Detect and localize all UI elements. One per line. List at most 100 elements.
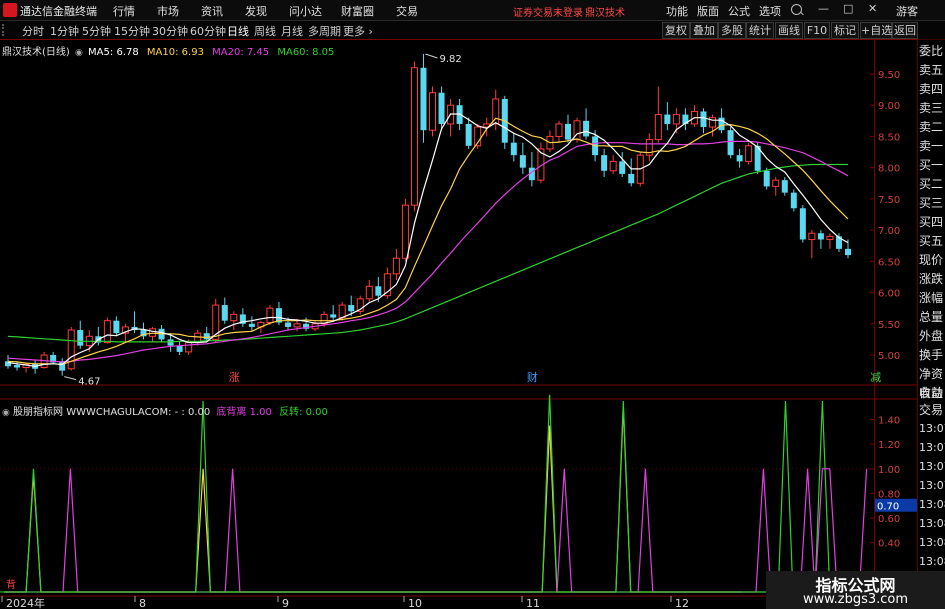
- back-button[interactable]: 返回: [892, 22, 918, 39]
- trade-time: 13:07: [919, 422, 945, 435]
- candle-body-down: [628, 173, 635, 184]
- low-price-label: 4.67: [78, 377, 100, 388]
- side-tab-8[interactable]: 买三: [919, 196, 943, 210]
- period-month[interactable]: 月线: [281, 23, 303, 39]
- statistics-button[interactable]: 统计: [746, 22, 774, 39]
- candle-body-down: [763, 170, 770, 187]
- side-tab-15[interactable]: 外盘: [919, 329, 943, 343]
- y-axis-label: 8.00: [878, 164, 900, 175]
- minimize-button[interactable]: —: [818, 2, 829, 15]
- menu-zixun[interactable]: 资讯: [201, 3, 223, 19]
- side-tab-trade-1[interactable]: 交易: [919, 403, 943, 417]
- menu-banmian[interactable]: 版面: [697, 3, 719, 19]
- maximize-button[interactable]: □: [843, 2, 853, 15]
- settings-icon[interactable]: ◉: [75, 48, 83, 58]
- menu-caifuquan[interactable]: 财富圈: [341, 3, 374, 19]
- candle-body-down: [727, 130, 734, 156]
- side-tab-1[interactable]: 卖五: [919, 63, 943, 77]
- side-tab-2[interactable]: 卖四: [919, 82, 943, 96]
- candle-body-up: [745, 145, 753, 162]
- period-60min[interactable]: 60分钟: [190, 23, 226, 39]
- period-week[interactable]: 周线: [254, 23, 276, 39]
- overlay-button[interactable]: 叠加: [690, 22, 718, 39]
- side-tab-11[interactable]: 现价: [919, 253, 943, 267]
- sub-line-2: [4, 468, 868, 593]
- side-tab-5[interactable]: 卖一: [919, 139, 943, 153]
- menu-wenxiaoda[interactable]: 问小达: [289, 3, 322, 19]
- ma5-label: MA5: 6.78: [88, 47, 139, 58]
- trade-time: 13:08: [919, 555, 945, 568]
- add-watchlist-button[interactable]: +自选: [860, 22, 892, 39]
- y-axis-label: 7.50: [878, 195, 900, 206]
- side-tab-4[interactable]: 卖二: [919, 120, 943, 134]
- period-30min[interactable]: 30分钟: [152, 23, 188, 39]
- period-15min[interactable]: 15分钟: [114, 23, 150, 39]
- menu-gongshi[interactable]: 公式: [728, 3, 750, 19]
- draw-line-button[interactable]: 画线: [775, 22, 803, 39]
- menu-gongneng[interactable]: 功能: [666, 3, 688, 19]
- candle-body-down: [799, 208, 806, 240]
- x-axis-label: 10: [408, 597, 422, 609]
- guest-label[interactable]: 游客: [896, 3, 918, 19]
- kline-chart[interactable]: 9.50 9.00 8.50 8.00 7.50 7.00 6.50 6.00 5.50 5.00…: [0, 39, 917, 609]
- main-chart-header: 鼎汉技术(日线) ◉ MA5: 6.78 MA10: 6.93 MA20: 7.…: [2, 43, 334, 58]
- f10-button[interactable]: F10: [804, 22, 830, 39]
- menu-faxian[interactable]: 发现: [245, 3, 267, 19]
- period-multi[interactable]: 多周期: [308, 23, 341, 39]
- candle-body-up: [401, 204, 409, 259]
- candle-body-down: [77, 330, 84, 346]
- trade-time: 13:08: [919, 517, 945, 530]
- side-tab-7[interactable]: 买二: [919, 177, 943, 191]
- candle-body-down: [845, 248, 851, 256]
- sub-indicator-title[interactable]: 股朋指标网 WWWCHAGULACOM: - : 0.00: [13, 407, 210, 418]
- watermark: 指标公式网 www.zbgs3.com: [766, 571, 945, 609]
- candle-layer: [5, 53, 851, 376]
- stock-title[interactable]: 鼎汉技术(日线): [2, 47, 70, 58]
- side-tab-13[interactable]: 涨幅: [919, 291, 943, 305]
- side-tab-12[interactable]: 涨跌: [919, 272, 943, 286]
- multi-stock-button[interactable]: 多股: [718, 22, 746, 39]
- mark-button[interactable]: 标记: [831, 22, 859, 39]
- side-tab-3[interactable]: 卖三: [919, 101, 943, 115]
- candle-body-down: [601, 155, 608, 171]
- trade-time: 13:07: [919, 460, 945, 473]
- app-logo: [3, 3, 17, 17]
- menu-shichang[interactable]: 市场: [157, 3, 179, 19]
- period-1min[interactable]: 1分钟: [50, 23, 79, 39]
- side-tab-17[interactable]: 净资: [919, 367, 943, 381]
- menu-jiaoyi[interactable]: 交易: [396, 3, 418, 19]
- period-more[interactable]: 更多 ›: [343, 23, 373, 39]
- sub-bottom-label: 背: [6, 578, 16, 591]
- toolbar-grip[interactable]: [2, 24, 8, 36]
- login-notice[interactable]: 证券交易未登录: [513, 4, 583, 19]
- side-tab-6[interactable]: 买一: [919, 158, 943, 172]
- side-tab-trade-0[interactable]: 自动: [919, 386, 943, 400]
- candle-body-up: [103, 320, 111, 344]
- side-tab-14[interactable]: 总量: [919, 310, 943, 324]
- period-day[interactable]: 日线: [227, 23, 249, 39]
- side-tab-10[interactable]: 买五: [919, 234, 943, 248]
- candle-body-up: [293, 323, 301, 328]
- candle-body-up: [654, 114, 662, 141]
- candle-body-up: [230, 313, 238, 322]
- menu-xuanxiang[interactable]: 选项: [759, 3, 781, 19]
- candle-body-down: [664, 114, 671, 124]
- close-button[interactable]: ✕: [868, 2, 877, 15]
- period-5min[interactable]: 5分钟: [82, 23, 111, 39]
- sub-settings-icon[interactable]: ◉: [2, 408, 10, 418]
- y-axis-label: 5.50: [878, 320, 900, 331]
- candle-body-down: [718, 117, 725, 131]
- candle-body-down: [375, 286, 382, 296]
- menu-hangqing[interactable]: 行情: [113, 3, 135, 19]
- title-bar: 通达信金融终端 行情 市场 资讯 发现 问小达 财富圈 交易 证券交易未登录 鼎…: [0, 0, 945, 21]
- side-tab-9[interactable]: 买四: [919, 215, 943, 229]
- app-title: 通达信金融终端: [20, 5, 97, 18]
- fuquan-button[interactable]: 复权: [662, 22, 690, 39]
- candle-body-up: [67, 329, 75, 370]
- side-tab-16[interactable]: 换手: [919, 348, 943, 362]
- search-icon[interactable]: [791, 4, 802, 15]
- period-fenshi[interactable]: 分时: [22, 23, 44, 39]
- dibeili-label: 底背离 1.00: [216, 407, 272, 418]
- event-marker: 涨: [229, 371, 240, 384]
- side-tab-0[interactable]: 委比: [919, 44, 943, 58]
